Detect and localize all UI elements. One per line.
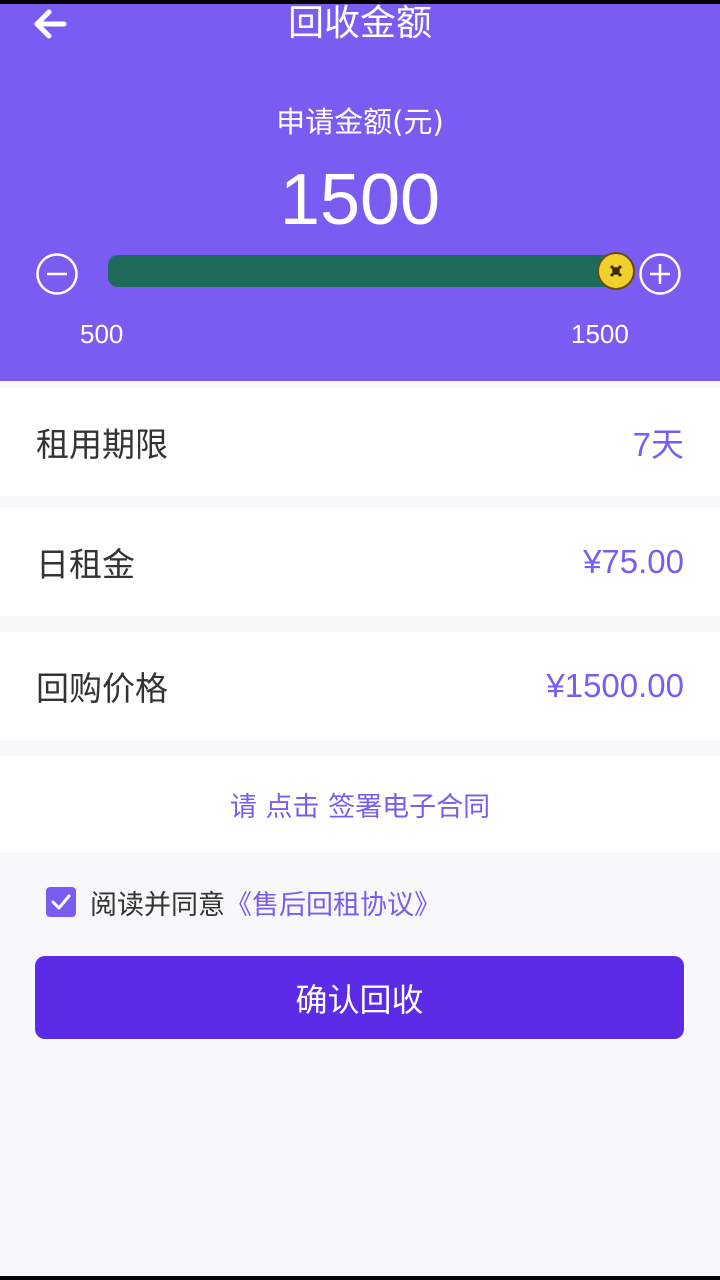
agreement: 阅读并同意 《售后回租协议》: [46, 882, 441, 922]
term-label: 租用期限: [36, 425, 168, 464]
slider-thumb[interactable]: [596, 251, 636, 291]
agreement-text: 阅读并同意: [90, 889, 225, 921]
plus-circle-icon: [639, 253, 681, 295]
daily-rent-label: 日租金: [36, 545, 135, 584]
minus-circle-icon: [36, 253, 78, 295]
slider-min-label: 500: [80, 319, 124, 349]
daily-rent-value: ¥75.00: [583, 543, 684, 580]
contract-section: 请 点击 签署电子合同: [0, 756, 720, 852]
slider-max-label: 1500: [571, 319, 629, 349]
agree-checkbox[interactable]: [46, 887, 76, 917]
slider-thumb-icon: [597, 252, 635, 290]
amount-label: 申请金额(元): [276, 105, 444, 139]
term-value: 7天: [632, 426, 684, 463]
header: 回收金额 申请金额(元) 1500 500 1500: [0, 4, 720, 381]
daily-rent-row: 日租金 ¥75.00: [0, 508, 720, 616]
buyback-row: 回购价格 ¥1500.00: [0, 632, 720, 740]
confirm-recycle-button[interactable]: 确认回收: [35, 956, 684, 1039]
amount-value: 1500: [279, 160, 441, 240]
buyback-label: 回购价格: [36, 669, 168, 708]
term-row: 租用期限 7天: [0, 388, 720, 496]
decrease-button[interactable]: [35, 252, 79, 296]
buyback-value: ¥1500.00: [546, 667, 684, 704]
sign-contract-link[interactable]: 请 点击 签署电子合同: [230, 785, 490, 824]
agreement-link[interactable]: 《售后回租协议》: [225, 883, 441, 922]
check-icon: [51, 894, 71, 910]
screen: 回收金额 申请金额(元) 1500 500 1500 租用期限 7天 日租金 ¥…: [0, 4, 720, 1276]
increase-button[interactable]: [638, 252, 682, 296]
slider-fill: [108, 255, 616, 287]
amount-slider[interactable]: [108, 252, 635, 290]
page-title: 回收金额: [287, 4, 432, 44]
